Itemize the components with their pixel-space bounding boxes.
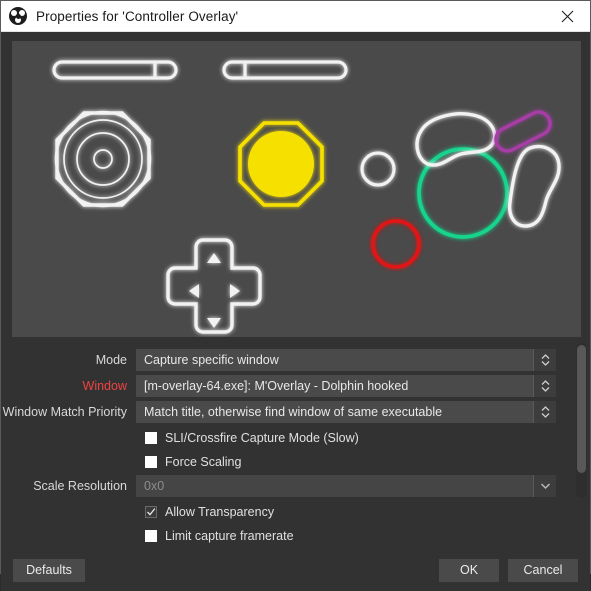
allow-transparency-label: Allow Transparency (165, 504, 275, 519)
window-combobox[interactable]: [m-overlay-64.exe]: M'Overlay - Dolphin … (136, 375, 556, 397)
l-trigger (52, 60, 178, 80)
checkbox-limit-framerate[interactable]: Limit capture framerate (1, 525, 590, 546)
checkbox-sli-crossfire[interactable]: SLI/Crossfire Capture Mode (Slow) (1, 427, 590, 448)
match-priority-spinner-icon[interactable] (533, 401, 556, 423)
limit-framerate-label: Limit capture framerate (165, 528, 294, 543)
force-scaling-checkbox[interactable] (145, 455, 157, 468)
obs-logo-icon (9, 7, 27, 25)
x-button (507, 144, 561, 228)
r-trigger (222, 60, 348, 80)
window-spinner-icon[interactable] (533, 375, 556, 397)
b-button (371, 219, 421, 269)
mode-label: Mode (95, 353, 127, 367)
dialog-footer: Defaults OK Cancel (1, 549, 590, 591)
chevron-down-icon[interactable] (533, 475, 556, 497)
analog-stick (54, 110, 152, 208)
scale-resolution-combobox[interactable]: 0x0 (136, 475, 556, 497)
limit-framerate-checkbox[interactable] (145, 529, 157, 542)
scale-resolution-label: Scale Resolution (33, 479, 127, 493)
sli-crossfire-label: SLI/Crossfire Capture Mode (Slow) (165, 430, 359, 445)
start-button (360, 151, 396, 187)
scale-resolution-value: 0x0 (136, 475, 533, 497)
scrollbar-thumb[interactable] (577, 345, 586, 473)
force-scaling-label: Force Scaling (165, 454, 242, 469)
c-stick (238, 121, 324, 207)
form-scrollbar[interactable] (576, 343, 587, 498)
match-priority-value: Match title, otherwise find window of sa… (136, 401, 533, 423)
field-mode: Mode Capture specific window (1, 349, 590, 371)
mode-spinner-icon[interactable] (533, 349, 556, 371)
match-priority-label: Window Match Priority (2, 405, 127, 419)
cancel-button[interactable]: Cancel (508, 558, 578, 582)
y-button (415, 112, 497, 167)
close-icon[interactable] (545, 1, 590, 31)
mode-combobox[interactable]: Capture specific window (136, 349, 556, 371)
properties-form: Mode Capture specific window Window [m-o… (1, 337, 590, 549)
capture-preview[interactable] (12, 41, 581, 337)
mode-value: Capture specific window (136, 349, 533, 371)
window-title: Properties for 'Controller Overlay' (36, 8, 239, 24)
d-pad (166, 238, 262, 334)
window-label: Window (82, 379, 127, 393)
defaults-button[interactable]: Defaults (13, 558, 85, 582)
checkbox-force-scaling[interactable]: Force Scaling (1, 451, 590, 472)
ok-button[interactable]: OK (439, 558, 499, 582)
preview-container (1, 32, 590, 337)
properties-dialog: Properties for 'Controller Overlay' Mode… (0, 0, 591, 591)
match-priority-combobox[interactable]: Match title, otherwise find window of sa… (136, 401, 556, 423)
title-bar: Properties for 'Controller Overlay' (1, 1, 590, 32)
a-button (417, 147, 509, 239)
field-window-match-priority: Window Match Priority Match title, other… (1, 401, 590, 423)
checkbox-allow-transparency[interactable]: Allow Transparency (1, 501, 590, 522)
field-scale-resolution: Scale Resolution 0x0 (1, 475, 590, 497)
window-value: [m-overlay-64.exe]: M'Overlay - Dolphin … (136, 375, 533, 397)
field-window: Window [m-overlay-64.exe]: M'Overlay - D… (1, 375, 590, 397)
sli-crossfire-checkbox[interactable] (145, 431, 157, 444)
allow-transparency-checkbox[interactable] (145, 505, 157, 518)
